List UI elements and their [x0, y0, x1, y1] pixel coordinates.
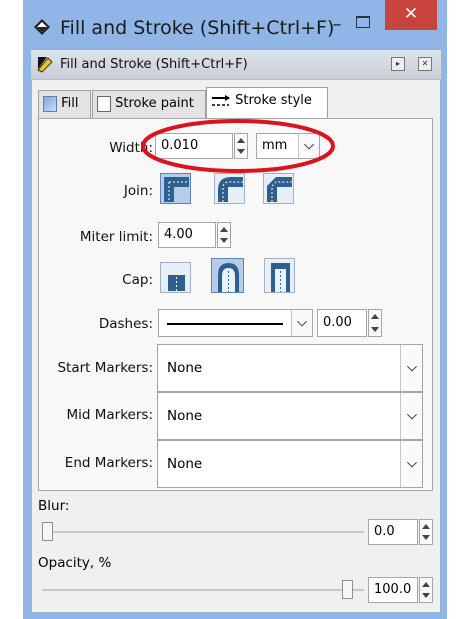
miter-limit-input[interactable]: 4.00 [158, 222, 216, 248]
maximize-icon [356, 16, 370, 28]
butt-cap-icon [168, 275, 185, 291]
chevron-down-icon [406, 409, 417, 420]
opacity-value: 100.0 [374, 582, 412, 597]
blur-input[interactable]: 0.0 [368, 519, 418, 545]
round-join-button[interactable] [214, 173, 245, 204]
miter-limit-value: 4.00 [164, 227, 193, 242]
blur-slider-track[interactable] [42, 531, 364, 533]
mid-markers-value: None [167, 408, 203, 424]
opacity-slider-track[interactable] [42, 589, 364, 591]
fill-tab-icon [43, 95, 57, 112]
close-button[interactable]: ✕ [385, 0, 437, 30]
dock-iconify-button[interactable]: ▸ [391, 57, 405, 71]
blur-spinner[interactable] [419, 519, 433, 545]
window-title: Fill and Stroke (Shift+Ctrl+F) [60, 17, 335, 39]
miter-limit-spinner[interactable] [217, 222, 231, 248]
chevron-down-icon [406, 457, 417, 468]
tab-stroke-paint[interactable]: Stroke paint [92, 90, 206, 118]
blur-slider-thumb[interactable] [42, 522, 53, 541]
opacity-spinner[interactable] [419, 577, 433, 603]
minimize-button[interactable]: – [327, 16, 347, 36]
dock-title: Fill and Stroke (Shift+Ctrl+F) [60, 57, 248, 72]
start-markers-value: None [167, 360, 203, 376]
miter-limit-label: Miter limit: [79, 229, 153, 245]
dash-offset-spinner[interactable] [368, 309, 382, 337]
stroke-style-tab-icon [212, 94, 230, 106]
end-markers-value: None [167, 456, 203, 472]
tab-stroke-paint-label: Stroke paint [115, 96, 194, 111]
end-markers-select[interactable]: None [157, 440, 423, 488]
bevel-join-button[interactable] [263, 173, 294, 204]
maximize-button[interactable] [352, 12, 374, 34]
mid-markers-select[interactable]: None [157, 392, 423, 440]
dock-close-button[interactable]: ✕ [418, 57, 432, 71]
cap-label: Cap: [122, 272, 153, 288]
opacity-slider-thumb[interactable] [342, 580, 353, 599]
opacity-label: Opacity, % [38, 555, 112, 571]
dash-offset-value: 0.00 [323, 315, 352, 330]
tab-stroke-style[interactable]: Stroke style [206, 87, 328, 118]
dash-offset-input[interactable]: 0.00 [317, 309, 367, 337]
bevel-join-icon [267, 177, 292, 202]
end-markers-label: End Markers: [64, 455, 153, 471]
square-cap-button[interactable] [264, 258, 295, 293]
stroke-paint-tab-icon [97, 95, 111, 112]
miter-join-icon [164, 177, 189, 202]
tab-fill-label: Fill [61, 96, 79, 111]
dash-pattern-preview [167, 323, 283, 325]
annotation-ellipse [141, 119, 335, 173]
tab-stroke-style-label: Stroke style [235, 93, 312, 108]
dash-pattern-select[interactable] [158, 309, 313, 337]
blur-value: 0.0 [374, 524, 395, 539]
mid-markers-label: Mid Markers: [66, 407, 153, 423]
fill-stroke-icon [37, 57, 53, 73]
round-cap-icon [218, 263, 239, 292]
app-icon [34, 19, 50, 35]
chevron-down-icon [297, 316, 307, 327]
butt-cap-button[interactable] [160, 262, 191, 293]
blur-label: Blur: [38, 498, 70, 514]
miter-join-button[interactable] [160, 173, 191, 204]
join-label: Join: [123, 183, 153, 199]
round-join-icon [218, 177, 243, 202]
opacity-input[interactable]: 100.0 [368, 577, 418, 603]
start-markers-select[interactable]: None [157, 344, 423, 392]
tab-fill[interactable]: Fill [38, 90, 91, 118]
dashes-label: Dashes: [98, 316, 153, 332]
round-cap-button[interactable] [211, 258, 244, 293]
square-cap-icon [271, 263, 290, 292]
start-markers-label: Start Markers: [57, 360, 153, 376]
chevron-down-icon [406, 361, 417, 372]
